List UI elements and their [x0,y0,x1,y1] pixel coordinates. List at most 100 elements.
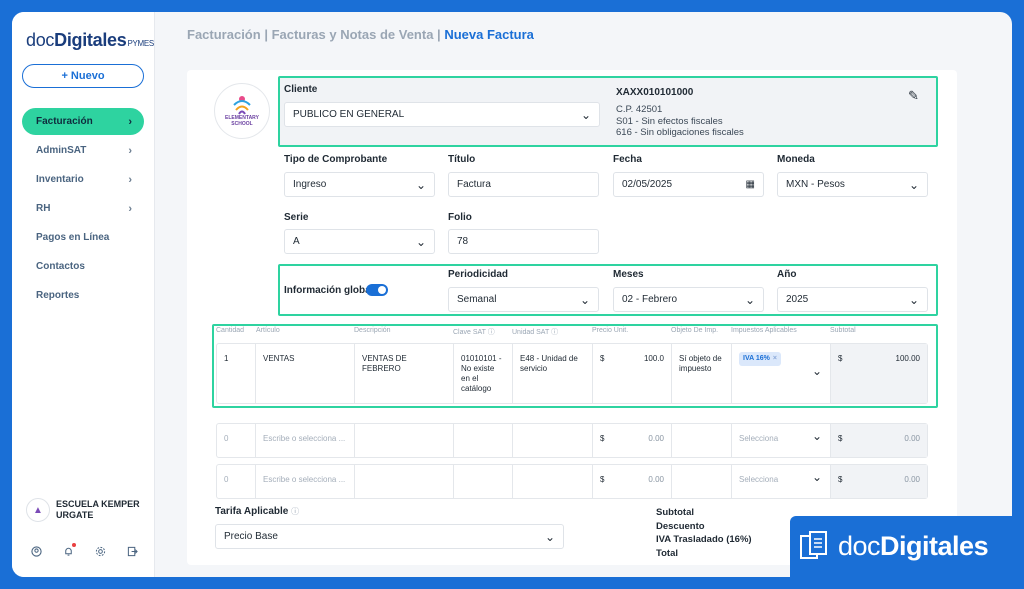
sidebar-item-rh[interactable]: RH › [22,195,144,222]
cell-cantidad[interactable]: 0 [217,465,256,498]
user-account[interactable]: ▲ ESCUELA KEMPER URGATE [26,498,140,522]
close-icon[interactable]: × [773,354,777,364]
cell-articulo[interactable]: VENTAS [256,344,355,403]
sidebar-item-pagos[interactable]: Pagos en Línea [22,224,144,251]
sidebar-item-reportes[interactable]: Reportes [22,282,144,309]
sidebar-item-contactos[interactable]: Contactos [22,253,144,280]
chevron-right-icon: › [128,202,132,215]
info-icon[interactable]: ⓘ [291,507,299,516]
sidebar-item-label: Reportes [36,290,80,301]
subtotal-value: 0.00 [904,475,920,484]
column-header-label: Clave SAT [453,329,486,336]
cell-precio[interactable]: $0.00 [593,465,672,498]
documents-icon [800,530,827,559]
notification-dot [72,543,76,547]
cell-clave-sat[interactable] [454,424,513,457]
logo[interactable]: docDigitalesPYMES [26,30,154,51]
tax-badge: IVA 16% × [739,352,781,366]
column-header: Subtotal [830,327,856,334]
cell-articulo[interactable]: Escribe o selecciona ... [256,465,355,498]
cell-articulo[interactable]: Escribe o selecciona ... [256,424,355,457]
breadcrumb-facturacion[interactable]: Facturación [187,27,261,42]
serie-select[interactable]: A ⌄ [284,229,435,254]
anio-select[interactable]: 2025 ⌄ [777,287,928,312]
cell-descripcion[interactable] [355,424,454,457]
chevron-down-icon[interactable]: ⌄ [812,430,822,442]
column-header: Unidad SAT ⓘ [512,327,558,337]
sidebar-nav: Facturación › AdminSAT › Inventario › RH › P… [22,108,144,311]
breadcrumb-separator: | [264,27,268,42]
logout-icon[interactable] [126,545,138,557]
chevron-down-icon: ⌄ [415,234,426,249]
cell-precio[interactable]: $0.00 [593,424,672,457]
column-header: Objeto De Imp. [671,327,719,334]
cell-objeto-imp[interactable]: Sí objeto de impuesto [672,344,732,403]
totals-iva-label: IVA Trasladado (16%) [656,534,752,545]
column-header: Descripción [354,327,391,334]
brand-doc: doc [838,531,881,561]
cell-impuestos[interactable]: IVA 16% × ⌄ [732,344,831,403]
titulo-input[interactable]: Factura [448,172,599,197]
moneda-select[interactable]: MXN - Pesos ⌄ [777,172,928,197]
cell-descripcion[interactable]: VENTAS DE FEBRERO [355,344,454,403]
edit-pencil-icon[interactable]: ✎ [908,88,919,104]
precio-value: 0.00 [648,475,664,484]
cell-objeto-imp[interactable] [672,424,732,457]
client-select[interactable]: PUBLICO EN GENERAL ⌄ [284,102,600,127]
chevron-down-icon: ⌄ [908,292,919,307]
logo-digitales: Digitales [54,30,127,50]
chevron-down-icon: ⌄ [415,177,426,192]
impuestos-placeholder: Selecciona [739,434,779,443]
meses-select[interactable]: 02 - Febrero ⌄ [613,287,764,312]
periodicidad-select[interactable]: Semanal ⌄ [448,287,599,312]
global-info-toggle[interactable] [366,284,388,296]
meses-value: 02 - Febrero [622,294,678,305]
sidebar-item-label: Inventario [36,174,84,185]
table-row[interactable]: 0 Escribe o selecciona ... $0.00 Selecci… [216,423,928,458]
breadcrumb-facturas[interactable]: Facturas y Notas de Venta [272,27,434,42]
tipo-select[interactable]: Ingreso ⌄ [284,172,435,197]
cell-unidad-sat[interactable] [513,424,593,457]
cell-clave-sat[interactable] [454,465,513,498]
cell-cantidad[interactable]: 1 [217,344,256,403]
cell-unidad-sat[interactable] [513,465,593,498]
table-row[interactable]: 0 Escribe o selecciona ... $0.00 Selecci… [216,464,928,499]
new-button-label: + Nuevo [61,70,105,82]
gear-icon[interactable] [94,545,106,557]
subtotal-value: 0.00 [904,434,920,443]
fecha-input[interactable]: 02/05/2025 ▦ [613,172,764,197]
sidebar-item-label: Facturación [36,116,93,127]
sidebar-item-inventario[interactable]: Inventario › [22,166,144,193]
cell-precio[interactable]: $100.0 [593,344,672,403]
tarifa-select[interactable]: Precio Base ⌄ [215,524,564,549]
sidebar-item-facturacion[interactable]: Facturación › [22,108,144,135]
cell-unidad-sat[interactable]: E48 - Unidad de servicio [513,344,593,403]
moneda-label: Moneda [777,154,815,165]
chevron-down-icon: ⌄ [744,292,755,307]
tipo-value: Ingreso [293,179,327,190]
new-button[interactable]: + Nuevo [22,64,144,88]
user-name-line2: URGATE [56,510,94,520]
info-icon[interactable]: ⓘ [488,329,495,336]
folio-label: Folio [448,212,472,223]
breadcrumb-current: Nueva Factura [444,27,534,42]
cell-clave-sat[interactable]: 01010101 - No existe en el catálogo [454,344,513,403]
cell-descripcion[interactable] [355,465,454,498]
sidebar-item-label: AdminSAT [36,145,87,156]
chevron-down-icon[interactable]: ⌄ [812,471,822,483]
user-circle-icon[interactable] [30,545,42,557]
cell-impuestos[interactable]: Selecciona ⌄ [732,465,831,498]
sidebar-item-adminsat[interactable]: AdminSAT › [22,137,144,164]
info-icon[interactable]: ⓘ [551,329,558,336]
table-row[interactable]: 1 VENTAS VENTAS DE FEBRERO 01010101 - No… [216,343,928,404]
folio-input[interactable]: 78 [448,229,599,254]
cell-impuestos[interactable]: Selecciona ⌄ [732,424,831,457]
chevron-down-icon[interactable]: ⌄ [812,365,822,377]
periodicidad-value: Semanal [457,294,497,305]
column-header-label: Unidad SAT [512,329,550,336]
bell-icon[interactable] [62,543,76,557]
calendar-icon[interactable]: ▦ [746,179,755,190]
serie-value: A [293,236,300,247]
cell-cantidad[interactable]: 0 [217,424,256,457]
cell-objeto-imp[interactable] [672,465,732,498]
